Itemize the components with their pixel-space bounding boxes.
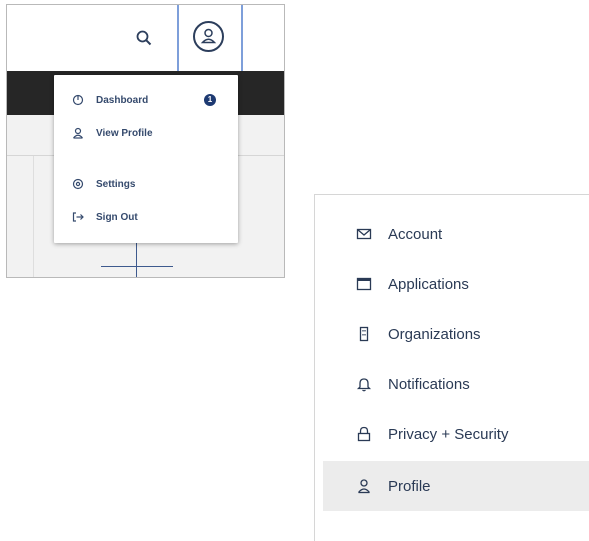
notification-badge: 1 (204, 94, 216, 106)
building-icon (356, 326, 372, 342)
sidebar-item-notifications[interactable]: Notifications (323, 359, 589, 409)
sidebar-item-account[interactable]: Account (323, 209, 589, 259)
crosshair-line (136, 243, 137, 277)
menu-item-sign-out[interactable]: Sign Out (72, 208, 138, 226)
sidebar-item-privacy-security[interactable]: Privacy + Security (323, 409, 589, 459)
settings-side-nav: Account Applications Organizations Notif… (314, 194, 589, 541)
avatar-menu-toggle[interactable] (177, 5, 243, 72)
header-dropdown-panel: Dashboard 1 View Profile Settings Sign O… (6, 4, 285, 278)
menu-item-dashboard[interactable]: Dashboard (72, 91, 148, 109)
search-icon[interactable] (135, 29, 153, 47)
sidebar-item-label: Notifications (388, 375, 470, 393)
sidebar-item-organizations[interactable]: Organizations (323, 309, 589, 359)
menu-item-view-profile[interactable]: View Profile (72, 124, 153, 142)
sidebar-item-label: Profile (388, 477, 431, 495)
sign-out-icon (72, 211, 84, 223)
sidebar-item-label: Organizations (388, 325, 481, 343)
sidebar-item-label: Applications (388, 275, 469, 293)
envelope-icon (356, 226, 372, 242)
profile-icon (356, 478, 372, 494)
menu-item-label: Dashboard (96, 94, 149, 106)
avatar-icon[interactable] (193, 21, 224, 52)
window-icon (356, 276, 372, 292)
menu-item-settings[interactable]: Settings (72, 175, 135, 193)
dashboard-icon (72, 94, 84, 106)
sidebar-item-applications[interactable]: Applications (323, 259, 589, 309)
user-dropdown-menu: Dashboard 1 View Profile Settings Sign O… (54, 75, 238, 243)
settings-icon (72, 178, 84, 190)
divider (33, 156, 34, 277)
bell-icon (356, 376, 372, 392)
crosshair-line (101, 266, 173, 267)
lock-icon (356, 426, 372, 442)
menu-item-label: View Profile (96, 127, 153, 139)
menu-item-label: Sign Out (96, 211, 138, 223)
sidebar-item-profile[interactable]: Profile (323, 461, 589, 511)
sidebar-item-label: Privacy + Security (388, 425, 509, 443)
menu-item-label: Settings (96, 178, 136, 190)
profile-icon (72, 127, 84, 139)
sidebar-item-label: Account (388, 225, 443, 243)
